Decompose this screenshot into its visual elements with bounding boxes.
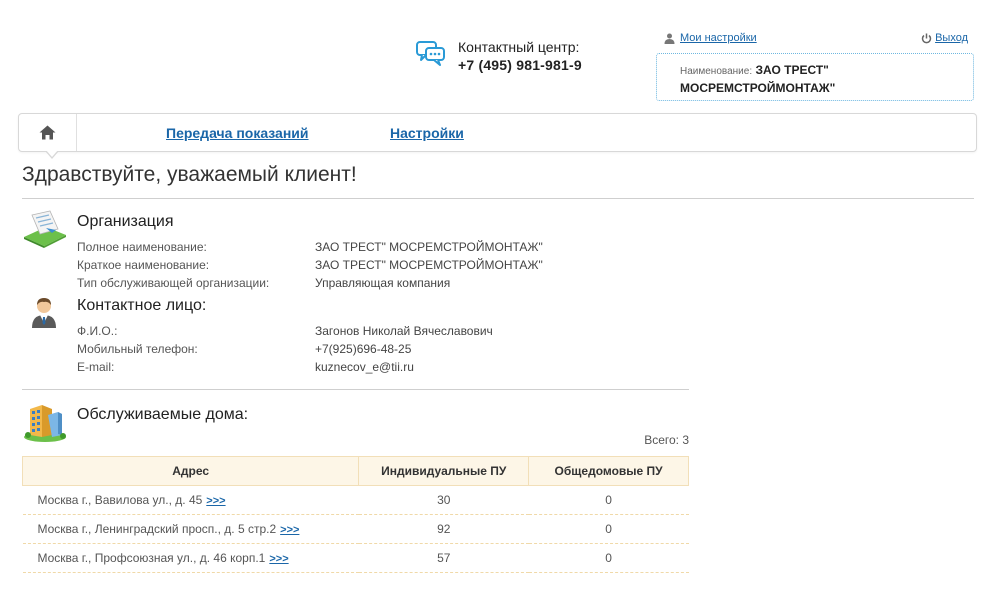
nav-active-pointer <box>45 150 59 159</box>
my-settings-link-wrap: Мои настройки <box>664 32 757 44</box>
divider <box>22 198 974 199</box>
home-icon <box>39 125 56 140</box>
logout-link-wrap: Выход <box>921 32 968 44</box>
organization-title: Организация <box>77 213 174 230</box>
column-header-individual: Индивидуальные ПУ <box>358 456 530 486</box>
table-row: Москва г., Профсоюзная ул., д. 46 корп.1… <box>22 543 689 573</box>
field-label: Краткое наименование: <box>77 258 210 272</box>
buildings-icon <box>24 405 66 442</box>
chat-bubbles-icon <box>416 41 445 66</box>
contact-email-row: E-mail: kuznecov_e@tii.ru <box>77 359 414 375</box>
address-text: Москва г., Профсоюзная ул., д. 46 корп.1 <box>37 551 266 565</box>
table-row: Москва г., Ленинградский просп., д. 5 ст… <box>22 514 689 544</box>
main-nav: Передача показаний Настройки <box>18 113 977 152</box>
house-details-link[interactable]: >>> <box>269 553 288 565</box>
logout-link[interactable]: Выход <box>935 32 968 44</box>
person-icon <box>32 298 56 328</box>
houses-total: Всего: 3 <box>644 433 689 447</box>
document-icon <box>24 210 66 248</box>
common-count: 0 <box>528 485 689 515</box>
column-header-common: Общедомовые ПУ <box>528 456 689 486</box>
house-details-link[interactable]: >>> <box>206 495 225 507</box>
field-value: +7(925)696-48-25 <box>315 342 412 356</box>
power-icon <box>921 33 932 43</box>
house-details-link[interactable]: >>> <box>280 524 299 536</box>
field-label: E-mail: <box>77 360 115 374</box>
table-row: Москва г., Вавилова ул., д. 45 >>> 30 0 <box>22 485 689 515</box>
contact-phone: +7 (495) 981-981-9 <box>458 57 582 73</box>
divider <box>22 389 689 390</box>
contact-person-title: Контактное лицо: <box>77 297 207 314</box>
contact-center: Контактный центр: +7 (495) 981-981-9 <box>416 38 582 74</box>
field-value: ЗАО ТРЕСТ" МОСРЕМСТРОЙМОНТАЖ" <box>315 240 543 254</box>
org-name-box: Наименование: ЗАО ТРЕСТ" МОСРЕМСТРОЙМОНТ… <box>656 53 974 101</box>
contact-label: Контактный центр: <box>458 39 580 55</box>
nav-settings[interactable]: Настройки <box>390 125 464 141</box>
field-label: Тип обслуживающей организации: <box>77 276 270 290</box>
table-header-row: Адрес Индивидуальные ПУ Общедомовые ПУ <box>21 456 689 486</box>
field-value: kuznecov_e@tii.ru <box>315 360 414 374</box>
org-full-name-row: Полное наименование: ЗАО ТРЕСТ" МОСРЕМСТ… <box>77 239 543 255</box>
houses-title: Обслуживаемые дома: <box>77 406 249 423</box>
user-links: Мои настройки Выход <box>664 32 968 46</box>
field-label: Ф.И.О.: <box>77 324 118 338</box>
org-name-label: Наименование: <box>680 66 753 77</box>
individual-count: 92 <box>358 514 529 544</box>
individual-count: 30 <box>358 485 529 515</box>
field-value: Управляющая компания <box>315 276 451 290</box>
column-header-address: Адрес <box>21 456 360 486</box>
field-label: Полное наименование: <box>77 240 207 254</box>
org-name-line1: ЗАО ТРЕСТ" <box>755 63 829 77</box>
address-text: Москва г., Вавилова ул., д. 45 <box>37 493 203 507</box>
org-short-name-row: Краткое наименование: ЗАО ТРЕСТ" МОСРЕМС… <box>77 257 543 273</box>
address-cell: Москва г., Ленинградский просп., д. 5 ст… <box>22 514 359 544</box>
address-cell: Москва г., Вавилова ул., д. 45 >>> <box>22 485 359 515</box>
address-text: Москва г., Ленинградский просп., д. 5 ст… <box>37 522 277 536</box>
houses-table: Адрес Индивидуальные ПУ Общедомовые ПУ М… <box>21 456 689 573</box>
field-value: Загонов Николай Вячеславович <box>315 324 493 338</box>
field-label: Мобильный телефон: <box>77 342 198 356</box>
user-icon <box>664 33 675 44</box>
individual-count: 57 <box>358 543 529 573</box>
common-count: 0 <box>528 514 689 544</box>
page-title: Здравствуйте, уважаемый клиент! <box>22 163 357 186</box>
home-button[interactable] <box>19 114 77 151</box>
address-cell: Москва г., Профсоюзная ул., д. 46 корп.1… <box>22 543 359 573</box>
contact-phone-row: Мобильный телефон: +7(925)696-48-25 <box>77 341 411 357</box>
my-settings-link[interactable]: Мои настройки <box>680 32 757 44</box>
contact-name-row: Ф.И.О.: Загонов Николай Вячеславович <box>77 323 493 339</box>
field-value: ЗАО ТРЕСТ" МОСРЕМСТРОЙМОНТАЖ" <box>315 258 543 272</box>
org-name-line2: МОСРЕМСТРОЙМОНТАЖ" <box>680 81 836 95</box>
common-count: 0 <box>528 543 689 573</box>
nav-meter-readings[interactable]: Передача показаний <box>166 125 309 141</box>
org-type-row: Тип обслуживающей организации: Управляющ… <box>77 275 450 291</box>
